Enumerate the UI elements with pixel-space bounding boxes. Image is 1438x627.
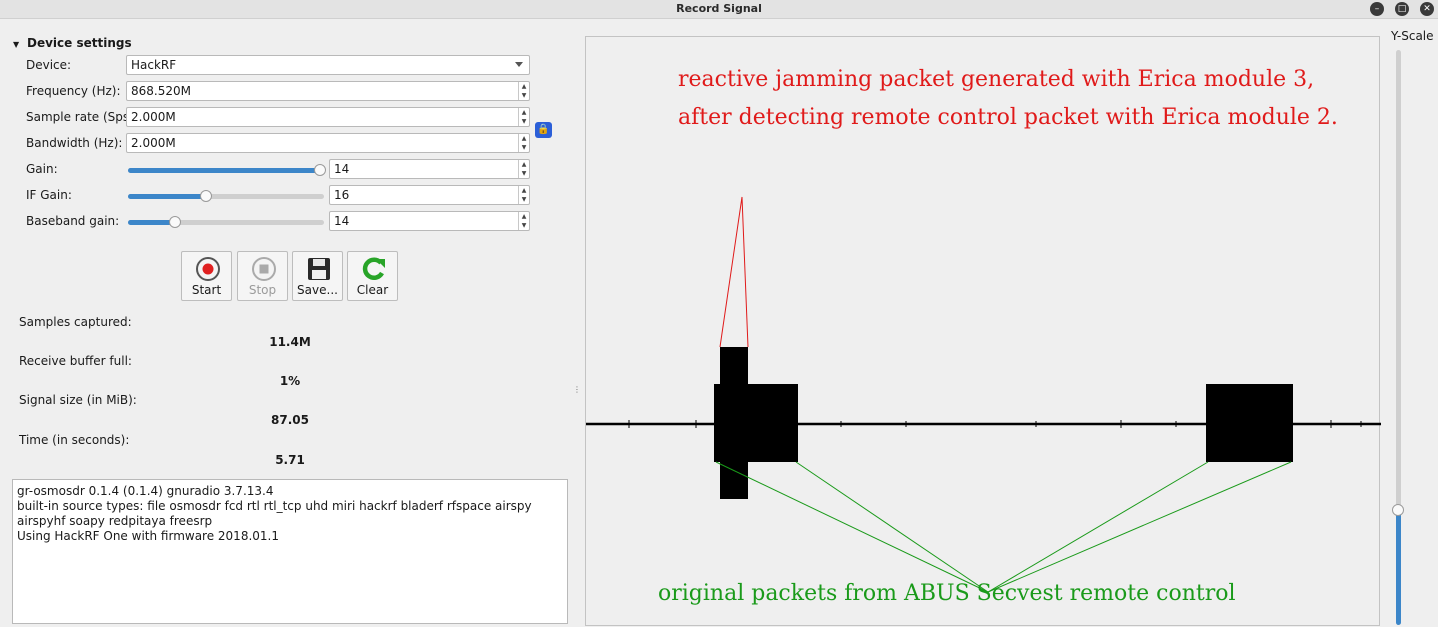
title-bar: Record Signal – □ ✕ — [0, 0, 1438, 19]
spin-arrows-icon[interactable]: ▲ ▼ — [518, 134, 529, 152]
frequency-field[interactable]: 868.520M ▲ ▼ — [126, 81, 530, 101]
signal-size-label: Signal size (in MiB): — [19, 393, 137, 407]
baseband-gain-slider-handle[interactable] — [169, 216, 182, 228]
spin-arrows-icon[interactable]: ▲ ▼ — [518, 186, 529, 204]
refresh-icon — [362, 257, 385, 280]
collapse-triangle-icon[interactable]: ▼ — [13, 40, 27, 49]
spin-arrows-icon[interactable]: ▲ ▼ — [518, 160, 529, 178]
if-gain-label: IF Gain: — [26, 188, 72, 202]
clear-label: Clear — [356, 283, 389, 297]
log-line: built-in source types: file osmosdr fcd … — [17, 499, 536, 528]
signal-graph-view[interactable]: reactive jamming packet generated with E… — [585, 36, 1381, 626]
if-gain-spinbox[interactable]: 16 ▲ ▼ — [329, 185, 530, 205]
close-icon[interactable]: ✕ — [1420, 2, 1434, 16]
y-scale-slider-handle[interactable] — [1392, 504, 1404, 516]
bandwidth-value: 2.000M — [131, 136, 176, 150]
sample-rate-field[interactable]: 2.000M ▲ ▼ — [126, 107, 530, 127]
if-gain-slider[interactable] — [128, 190, 324, 202]
gain-spinbox[interactable]: 14 ▲ ▼ — [329, 159, 530, 179]
record-icon — [196, 257, 220, 281]
stop-label: Stop — [248, 283, 277, 297]
receive-buffer-value: 1% — [279, 374, 301, 388]
samples-captured-value: 11.4M — [269, 335, 311, 349]
if-gain-slider-handle[interactable] — [200, 190, 213, 202]
frequency-value: 868.520M — [131, 84, 191, 98]
log-line: gr-osmosdr 0.1.4 (0.1.4) gnuradio 3.7.13… — [17, 484, 274, 498]
time-label: Time (in seconds): — [19, 433, 130, 447]
gain-slider-fill — [128, 168, 321, 173]
gain-label: Gain: — [26, 162, 58, 176]
baseband-gain-slider[interactable] — [128, 216, 324, 228]
time-value: 5.71 — [275, 453, 305, 467]
if-gain-value: 16 — [334, 188, 350, 202]
minimize-icon[interactable]: – — [1370, 2, 1384, 16]
device-value: HackRF — [131, 58, 177, 72]
stop-button[interactable]: Stop — [237, 251, 288, 301]
save-label: Save... — [297, 283, 338, 297]
gain-slider[interactable] — [128, 164, 327, 176]
y-scale-label: Y-Scale — [1391, 29, 1434, 43]
original-packet-2 — [1206, 384, 1293, 462]
spin-arrows-icon[interactable]: ▲ ▼ — [518, 82, 529, 100]
baseband-gain-slider-fill — [128, 220, 176, 225]
save-button[interactable]: Save... — [292, 251, 343, 301]
start-button[interactable]: Start — [181, 251, 232, 301]
floppy-disk-icon — [308, 258, 330, 280]
receive-buffer-label: Receive buffer full: — [19, 354, 132, 368]
if-gain-slider-fill — [128, 194, 207, 199]
baseband-gain-spinbox[interactable]: 14 ▲ ▼ — [329, 211, 530, 231]
annotation-red-line2: after detecting remote control packet wi… — [678, 105, 1338, 130]
spin-arrows-icon[interactable]: ▲ ▼ — [518, 212, 529, 230]
original-packet-1 — [714, 384, 798, 462]
stop-icon — [252, 257, 276, 281]
y-scale-slider[interactable] — [1392, 50, 1404, 625]
samples-captured-label: Samples captured: — [19, 315, 132, 329]
annotation-red-line1: reactive jamming packet generated with E… — [678, 67, 1315, 92]
gain-value: 14 — [334, 162, 350, 176]
start-label: Start — [191, 283, 222, 297]
sample-rate-value: 2.000M — [131, 110, 176, 124]
gain-slider-handle[interactable] — [314, 164, 327, 176]
maximize-icon[interactable]: □ — [1395, 2, 1409, 16]
bandwidth-label: Bandwidth (Hz): — [26, 136, 123, 150]
green-pointer-lines — [715, 461, 1292, 593]
red-pointer-lines — [719, 196, 749, 348]
baseband-gain-label: Baseband gain: — [26, 214, 120, 228]
sample-rate-label: Sample rate (Sps): — [26, 110, 138, 124]
device-settings-header[interactable]: ▼ Device settings — [13, 36, 132, 50]
frequency-label: Frequency (Hz): — [26, 84, 121, 98]
clear-button[interactable]: Clear — [347, 251, 398, 301]
spin-arrows-icon[interactable]: ▲ ▼ — [518, 108, 529, 126]
device-label: Device: — [26, 58, 72, 72]
window-title: Record Signal — [676, 2, 762, 15]
signal-size-value: 87.05 — [271, 413, 309, 427]
splitter-handle[interactable]: ⋮ — [573, 385, 581, 394]
log-output[interactable]: gr-osmosdr 0.1.4 (0.1.4) gnuradio 3.7.13… — [12, 479, 568, 624]
device-combo[interactable]: HackRF — [126, 55, 530, 75]
bandwidth-field[interactable]: 2.000M ▲ ▼ — [126, 133, 530, 153]
baseband-gain-value: 14 — [334, 214, 350, 228]
lock-icon[interactable]: 🔒 — [535, 122, 552, 138]
chevron-down-icon — [515, 62, 523, 67]
log-line: Using HackRF One with firmware 2018.01.1 — [17, 529, 279, 543]
y-scale-slider-fill — [1396, 510, 1401, 625]
annotation-green: original packets from ABUS Secvest remot… — [658, 581, 1236, 606]
